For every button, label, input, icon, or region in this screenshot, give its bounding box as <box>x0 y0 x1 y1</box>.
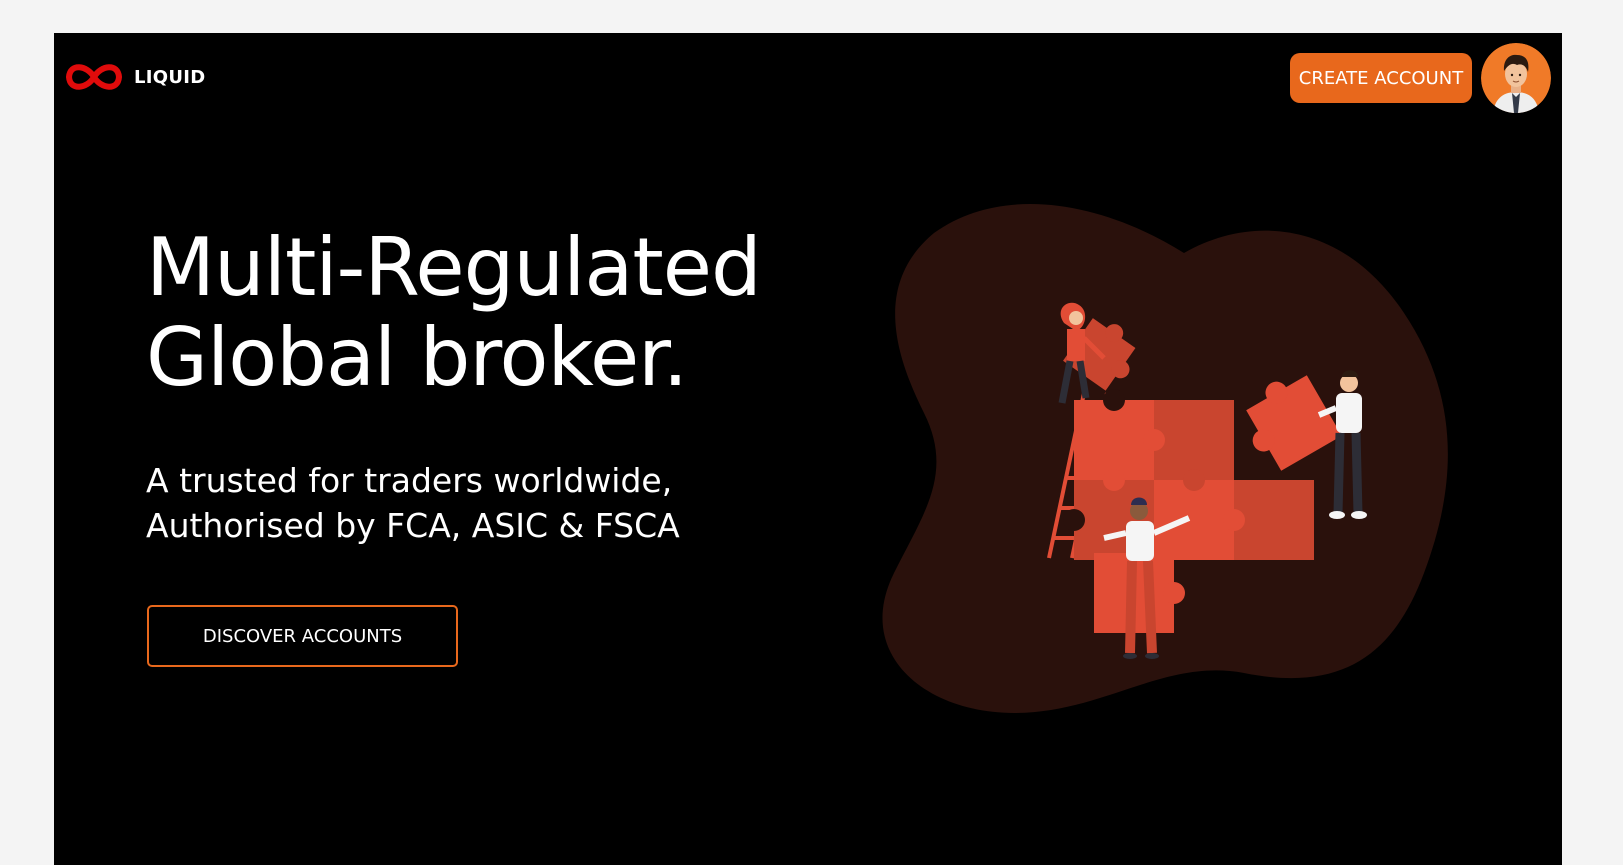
hero-title-line1: Multi-Regulated <box>146 221 762 314</box>
page-frame: LIQUID CREATE ACCOUNT Multi-Regulated Gl… <box>54 33 1562 865</box>
discover-accounts-button[interactable]: DISCOVER ACCOUNTS <box>147 605 458 667</box>
infinity-icon <box>66 64 122 90</box>
hero-subtitle-line2: Authorised by FCA, ASIC & FSCA <box>146 506 680 545</box>
hero-title: Multi-Regulated Global broker. <box>146 223 846 403</box>
puzzle-team-illustration <box>882 204 1448 713</box>
hero-title-line2: Global broker. <box>146 311 688 404</box>
puzzle-piece-bottom <box>1094 553 1185 633</box>
hero-subtitle: A trusted for traders worldwide, Authori… <box>146 458 766 548</box>
hero-subtitle-line1: A trusted for traders worldwide, <box>146 461 673 500</box>
brand-logo[interactable]: LIQUID <box>64 55 206 99</box>
user-avatar-icon[interactable] <box>1481 43 1551 113</box>
brand-name: LIQUID <box>134 66 206 88</box>
create-account-button[interactable]: CREATE ACCOUNT <box>1290 53 1472 103</box>
